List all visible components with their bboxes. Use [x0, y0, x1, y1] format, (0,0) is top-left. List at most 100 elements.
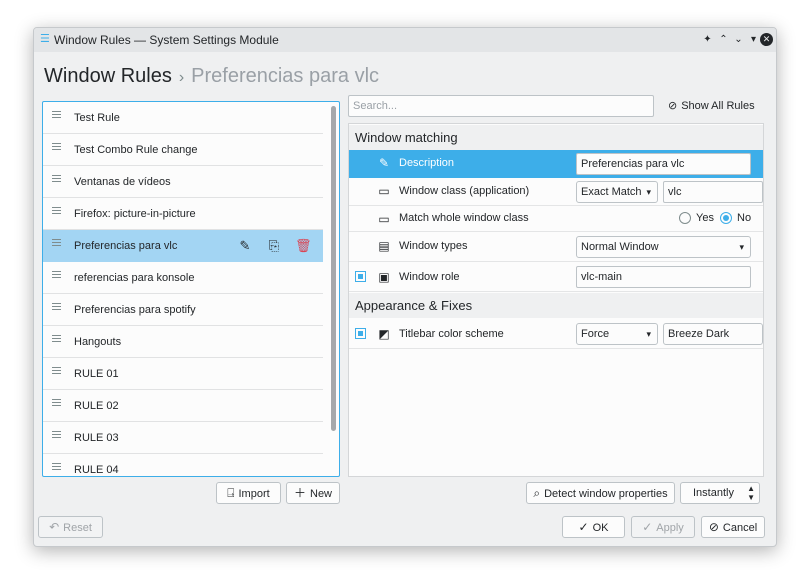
window-class-field[interactable]: vlc [663, 181, 763, 203]
show-all-rules-toggle[interactable]: ⊘ Show All Rules [668, 95, 755, 117]
cancel-label: Cancel [722, 522, 758, 534]
chevron-down-icon: ▾ [646, 187, 651, 197]
list-item[interactable]: RULE 03 [43, 422, 323, 454]
chevron-down-icon: ▾ [739, 242, 744, 252]
description-row[interactable]: ✎ Description Preferencias para vlc [349, 150, 763, 178]
close-icon[interactable]: ✕ [760, 33, 773, 46]
section-appearance: Appearance & Fixes [349, 293, 763, 318]
add-icon: ＋ [293, 486, 306, 500]
rule-label: referencias para konsole [74, 272, 195, 284]
no-radio[interactable] [720, 212, 732, 224]
drag-handle-icon[interactable] [52, 238, 62, 252]
list-item[interactable]: RULE 01 [43, 358, 323, 390]
window-types-icon: ▤ [378, 239, 390, 253]
list-item[interactable]: RULE 02 [43, 390, 323, 422]
window-class-match-value: Exact Match [581, 186, 642, 198]
window-title: Window Rules — System Settings Module [54, 33, 279, 47]
export-icon[interactable]: ⎘ [266, 238, 282, 254]
drag-handle-icon[interactable] [52, 366, 62, 380]
properties-panel: Window matching ✎ Description Preferenci… [348, 123, 764, 477]
titlebar-scheme-checkbox[interactable] [355, 328, 366, 339]
detect-delay-spinbox[interactable]: Instantly ▲ ▼ [680, 482, 760, 504]
yes-radio[interactable] [679, 212, 691, 224]
detect-delay-value: Instantly [693, 487, 734, 499]
chevron-right-icon: › [178, 69, 185, 86]
window-class-label: Window class (application) [399, 185, 530, 197]
drag-handle-icon[interactable] [52, 398, 62, 412]
titlebar-policy-value: Force [581, 328, 610, 340]
rule-label: Firefox: picture-in-picture [74, 208, 196, 220]
whole-class-label: Match whole window class [399, 212, 529, 224]
list-item[interactable]: Ventanas de vídeos [43, 166, 323, 198]
whole-class-row: ▭ Match whole window class Yes No [349, 206, 763, 232]
new-rule-button[interactable]: ＋ New [286, 482, 340, 504]
chevron-up-icon[interactable]: ⌃ [717, 33, 730, 46]
cancel-button[interactable]: ⊘ Cancel [701, 516, 765, 538]
detect-properties-button[interactable]: ⌕ Detect window properties [526, 482, 675, 504]
no-label: No [737, 212, 752, 224]
chevron-down-icon[interactable]: ▾ [747, 33, 760, 46]
drag-handle-icon[interactable] [52, 334, 62, 348]
reset-button[interactable]: ↶ Reset [38, 516, 103, 538]
drag-handle-icon[interactable] [52, 270, 62, 284]
list-item[interactable]: Firefox: picture-in-picture [43, 198, 323, 230]
list-item[interactable]: RULE 04 [43, 454, 323, 476]
rules-list[interactable]: Test Rule Test Combo Rule change Ventana… [42, 101, 340, 477]
list-item[interactable]: referencias para konsole [43, 262, 323, 294]
chevron-down-icon[interactable]: ⌄ [732, 33, 745, 46]
list-scrollbar[interactable] [331, 106, 336, 431]
import-label: Import [238, 488, 270, 500]
list-item[interactable]: Test Rule [43, 102, 323, 134]
drag-handle-icon[interactable] [52, 430, 62, 444]
pin-icon[interactable]: ✦ [701, 33, 714, 46]
ok-button[interactable]: ✓ OK [562, 516, 625, 538]
window-types-value: Normal Window [581, 241, 659, 253]
list-item[interactable]: Test Combo Rule change [43, 134, 323, 166]
drag-handle-icon[interactable] [52, 206, 62, 220]
drag-handle-icon[interactable] [52, 174, 62, 188]
titlebar-scheme-select[interactable]: Breeze Dark [663, 323, 763, 345]
titlebar-policy-select[interactable]: Force ▾ [576, 323, 658, 345]
detect-icon: ⌕ [533, 486, 541, 500]
drag-handle-icon[interactable] [52, 142, 62, 156]
window-types-row[interactable]: ▤ Window types Normal Window ▾ [349, 232, 763, 262]
window-types-select[interactable]: Normal Window ▾ [576, 236, 751, 258]
detect-label: Detect window properties [544, 488, 668, 500]
drag-handle-icon[interactable] [52, 462, 62, 476]
titlebar-scheme-row[interactable]: ◩ Titlebar color scheme Force ▾ Breeze Da… [349, 319, 763, 349]
window-role-checkbox[interactable] [355, 271, 366, 282]
breadcrumb: Window Rules › Preferencias para vlc [44, 64, 379, 90]
breadcrumb-root[interactable]: Window Rules [44, 65, 172, 87]
drag-handle-icon[interactable] [52, 302, 62, 316]
delete-icon[interactable]: 🗑 [295, 238, 312, 254]
rule-label: RULE 02 [74, 400, 119, 412]
color-scheme-icon: ◩ [378, 327, 390, 341]
hidden-eye-icon: ⊘ [668, 100, 678, 112]
titlebar-scheme-value: Breeze Dark [668, 328, 730, 340]
list-item[interactable]: Preferencias para spotify [43, 294, 323, 326]
list-item-selected[interactable]: Preferencias para vlc ✎ ⎘ 🗑 [43, 230, 323, 262]
rule-label: RULE 04 [74, 464, 119, 476]
edit-icon[interactable]: ✎ [237, 238, 253, 254]
import-button[interactable]: ⍈ Import [216, 482, 281, 504]
spin-arrows-icon[interactable]: ▲ ▼ [747, 484, 755, 502]
rule-label: Hangouts [74, 336, 122, 348]
window-role-icon: ▣ [378, 270, 390, 284]
rule-label: RULE 01 [74, 368, 119, 380]
rule-label: Test Combo Rule change [74, 144, 198, 156]
search-input[interactable]: Search... [348, 95, 654, 117]
apply-button[interactable]: ✓ Apply [631, 516, 695, 538]
rule-label: Preferencias para spotify [74, 304, 196, 316]
drag-handle-icon[interactable] [52, 110, 62, 124]
show-all-label: Show All Rules [681, 100, 755, 112]
window-frame-icon: ▭ [378, 212, 390, 226]
apply-label: Apply [656, 522, 684, 534]
window-role-field[interactable]: vlc-main [576, 266, 751, 288]
settings-window: ☰ Window Rules — System Settings Module … [33, 27, 777, 547]
list-item[interactable]: Hangouts [43, 326, 323, 358]
window-class-match-select[interactable]: Exact Match ▾ [576, 181, 658, 203]
description-field[interactable]: Preferencias para vlc [576, 153, 751, 175]
window-frame-icon: ▭ [378, 184, 390, 198]
window-class-row[interactable]: ▭ Window class (application) Exact Match… [349, 178, 763, 206]
window-role-row[interactable]: ▣ Window role vlc-main [349, 262, 763, 292]
